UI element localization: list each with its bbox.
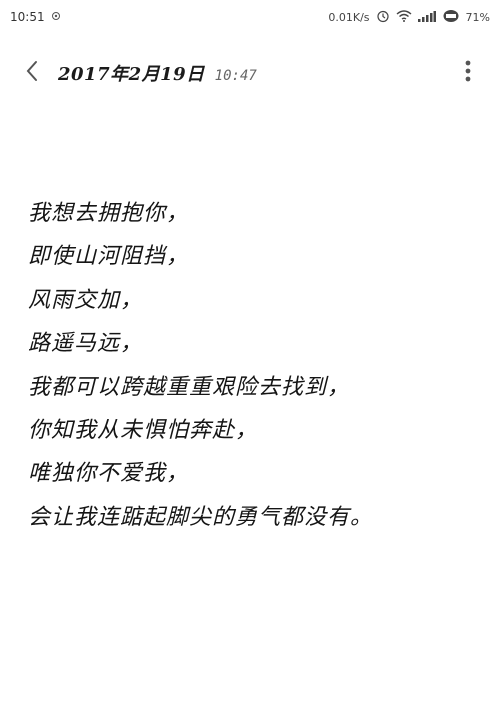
status-bar: 10:51 0.01K/s 71% [0, 0, 500, 34]
note-line: 会让我连踮起脚尖的勇气都没有。 [28, 504, 374, 530]
note-line: 即使山河阻挡， [28, 244, 190, 270]
status-time: 10:51 [10, 10, 45, 24]
back-button[interactable] [18, 59, 46, 87]
note-toolbar: 2017年2月19日 10:47 [0, 48, 500, 98]
status-left: 10:51 [10, 10, 61, 24]
note-line: 我都可以跨越重重艰险去找到， [28, 374, 351, 400]
status-right: 0.01K/s 71% [328, 9, 490, 26]
battery-icon [442, 9, 460, 26]
note-line: 路遥马远， [28, 331, 144, 357]
note-body[interactable]: 我想去拥抱你， 即使山河阻挡， 风雨交加， 路遥马远， 我都可以跨越重重艰险去找… [28, 192, 472, 539]
battery-level: 71% [465, 10, 490, 24]
alarm-clock-icon [376, 9, 390, 26]
network-speed: 0.01K/s [328, 10, 370, 24]
note-header: 2017年2月19日 10:47 [58, 60, 257, 86]
note-line: 唯独你不爱我， [28, 461, 190, 487]
note-line: 我想去拥抱你， [28, 201, 190, 226]
wifi-icon [396, 9, 412, 25]
more-options-button[interactable] [454, 59, 482, 87]
more-vert-icon [464, 59, 472, 87]
note-line: 风雨交加， [28, 287, 144, 313]
note-date: 2017年2月19日 [58, 64, 205, 85]
back-chevron-icon [24, 59, 40, 87]
settings-gear-small-icon [51, 10, 61, 24]
note-line: 你知我从未惧怕奔赴， [28, 417, 259, 443]
signal-icon [417, 10, 436, 25]
note-time: 10:47 [214, 68, 257, 84]
